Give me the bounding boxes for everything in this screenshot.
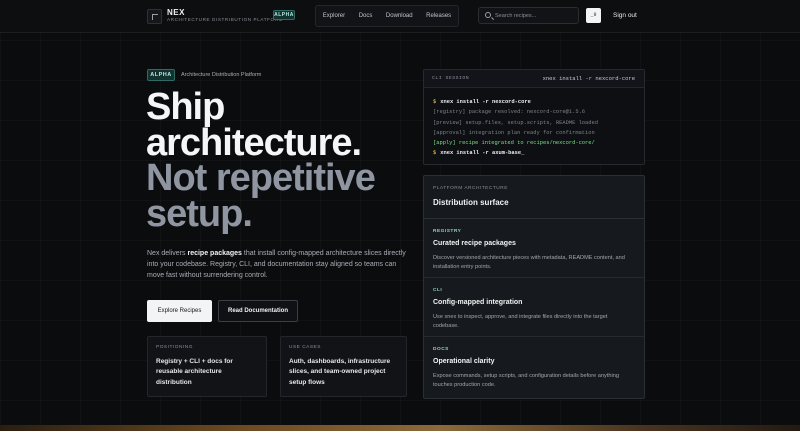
positioning-card: POSITIONING Registry + CLI + docs for re…: [147, 336, 267, 397]
explore-recipes-button[interactable]: Explore Recipes: [147, 300, 212, 322]
card-text: Auth, dashboards, infrastructure slices,…: [289, 358, 391, 386]
item-description: Discover versioned architecture pieces w…: [433, 255, 625, 271]
brand-name[interactable]: NEX: [167, 8, 185, 17]
distribution-surface-panel: PLATFORM ARCHITECTURE Distribution surfa…: [423, 175, 645, 399]
nav-docs[interactable]: Docs: [359, 13, 373, 19]
terminal-output: $ xnex install -r nexcord-core [registry]…: [433, 97, 636, 159]
search-icon: [485, 12, 491, 18]
terminal-command: xnex install -r nexcord-core: [542, 75, 635, 82]
item-kicker: DOCS: [433, 347, 449, 352]
use-cases-card: USE CASES Auth, dashboards, infrastructu…: [280, 336, 407, 397]
terminal-line: [registry] package resolved: nexcord-cor…: [433, 109, 586, 116]
search-input[interactable]: [495, 11, 575, 21]
terminal-success-line: [apply] recipe integrated to recipes/nex…: [433, 140, 595, 147]
read-documentation-button[interactable]: Read Documentation: [218, 300, 298, 322]
panel-label: PLATFORM ARCHITECTURE: [433, 186, 508, 191]
terminal-title: CLI SESSION: [432, 76, 470, 81]
terminal-line: [preview] setup.files, setup.scripts, RE…: [433, 119, 598, 126]
nav-explorer[interactable]: Explorer: [323, 13, 345, 19]
prompt-symbol: $: [433, 150, 437, 157]
panel-title: Distribution surface: [433, 198, 509, 207]
brand-subtitle: ARCHITECTURE DISTRIBUTION PLATFORM: [167, 17, 284, 22]
item-description: Use xnex to inspect, approve, and integr…: [433, 314, 608, 330]
bottom-glow-strip: [0, 425, 800, 431]
top-navbar: NEX ARCHITECTURE DISTRIBUTION PLATFORM A…: [0, 0, 800, 33]
surface-item-docs: DOCS Operational clarity Expose commands…: [424, 337, 644, 399]
card-label: POSITIONING: [156, 345, 193, 350]
search-box[interactable]: [478, 7, 579, 24]
main-nav: Explorer Docs Download Releases: [315, 5, 459, 27]
prompt-symbol: $: [433, 99, 437, 105]
item-description: Expose commands, setup scripts, and conf…: [433, 373, 619, 389]
item-title: Operational clarity: [433, 358, 495, 365]
headline-line-3: Not repetitive: [146, 157, 376, 200]
item-title: Config-mapped integration: [433, 299, 523, 306]
hero-alpha-badge: ALPHA: [147, 69, 175, 81]
search-shortcut-key[interactable]: _9: [586, 8, 601, 23]
nav-releases[interactable]: Releases: [426, 13, 451, 19]
cli-session-terminal: CLI SESSION xnex install -r nexcord-core…: [423, 69, 645, 165]
headline-line-2: architecture.: [146, 121, 362, 164]
terminal-line: $ xnex install -r axum-base_: [433, 148, 636, 158]
hero-lead: Nex delivers recipe packages that instal…: [147, 249, 409, 282]
headline-line-4: setup.: [146, 193, 253, 236]
surface-item-registry: REGISTRY Curated recipe packages Discove…: [424, 219, 644, 278]
lead-intro: Nex delivers: [147, 250, 188, 257]
command-text: xnex install -r nexcord-core: [440, 99, 531, 105]
sign-out-link[interactable]: Sign out: [613, 12, 637, 19]
card-text: Registry + CLI + docs for reusable archi…: [156, 358, 233, 386]
alpha-badge: ALPHA: [273, 10, 295, 20]
headline-line-1: Ship: [146, 86, 225, 128]
item-kicker: REGISTRY: [433, 229, 462, 234]
hero-eyebrow: Architecture Distribution Platform: [181, 72, 262, 78]
terminal-line: [approval] integration plan ready for co…: [433, 129, 595, 136]
hero-headline: Ship architecture. Not repetitive setup.: [146, 86, 416, 236]
nav-download[interactable]: Download: [386, 13, 413, 19]
terminal-line: $ xnex install -r nexcord-core: [433, 97, 636, 107]
panel-header: PLATFORM ARCHITECTURE Distribution surfa…: [424, 176, 644, 219]
command-text: xnex install -r axum-base_: [440, 150, 525, 157]
card-label: USE CASES: [289, 345, 321, 350]
lead-highlight: recipe packages: [187, 250, 242, 257]
item-kicker: CLI: [433, 288, 443, 293]
surface-item-cli: CLI Config-mapped integration Use xnex t…: [424, 278, 644, 337]
item-title: Curated recipe packages: [433, 240, 516, 247]
nex-logo-icon[interactable]: [147, 9, 162, 24]
terminal-header: CLI SESSION xnex install -r nexcord-core: [424, 70, 644, 88]
